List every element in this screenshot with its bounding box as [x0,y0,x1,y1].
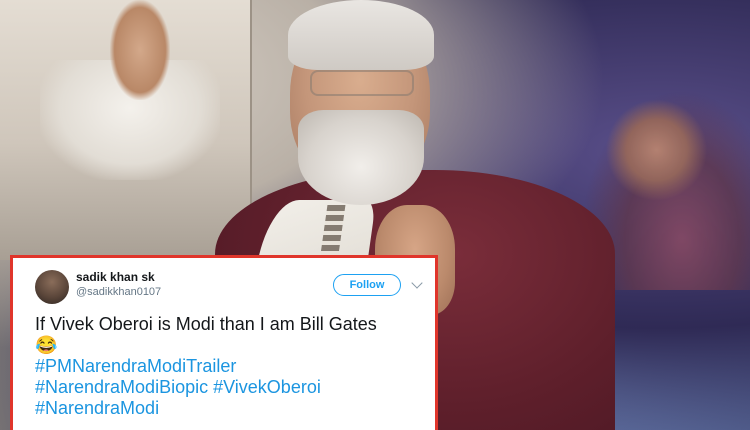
hashtag-link[interactable]: #VivekOberoi [213,377,321,397]
chevron-down-icon[interactable] [411,277,423,289]
face-with-tears-of-joy-icon: 😂 [35,335,58,355]
tweet-text: If Vivek Oberoi is Modi than I am Bill G… [35,314,423,419]
author-display-name[interactable]: sadik khan sk [76,269,333,285]
tweet-header: sadik khan sk @sadikkhan0107 Follow [35,268,423,304]
man-hair [288,0,434,70]
avatar[interactable] [35,270,69,304]
man-glasses [310,70,414,96]
tweet-sentence: If Vivek Oberoi is Modi than I am Bill G… [35,314,377,334]
hashtag-link[interactable]: #PMNarendraModiTrailer [35,356,423,377]
man-beard [298,110,424,205]
author-handle[interactable]: @sadikkhan0107 [76,285,333,299]
tweet-author: sadik khan sk @sadikkhan0107 [76,268,333,299]
hashtag-link[interactable]: #NarendraModiBiopic [35,377,208,397]
poster-folded-hands [110,0,170,100]
hashtag-row: #NarendraModiBiopic #VivekOberoi [35,377,423,398]
hashtag-link[interactable]: #NarendraModi [35,398,423,419]
tweet-card: sadik khan sk @sadikkhan0107 Follow If V… [10,255,438,430]
follow-button[interactable]: Follow [333,274,401,296]
